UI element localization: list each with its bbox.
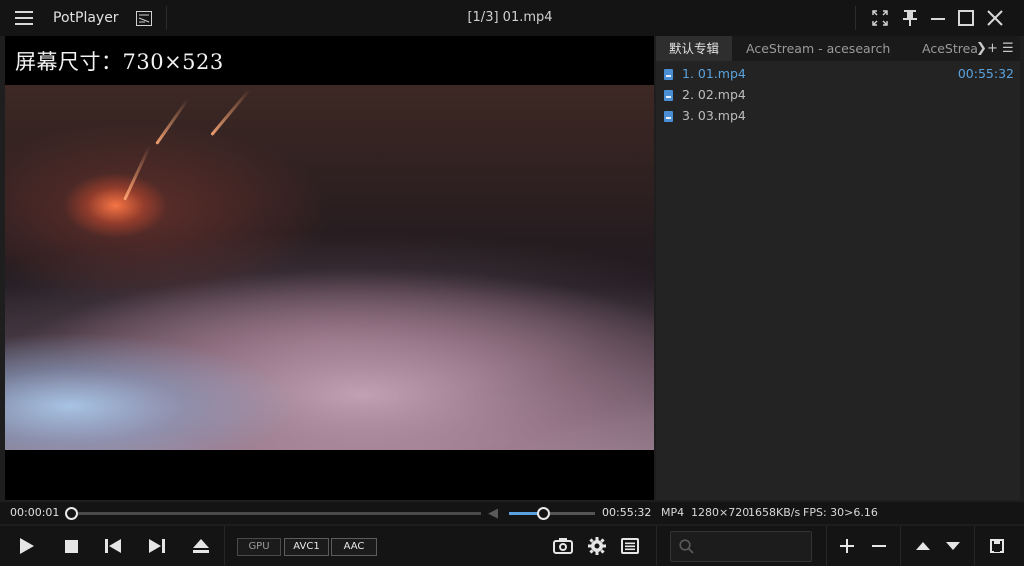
playlist-item-label: 1. 01.mp4	[682, 66, 746, 81]
playlist-item[interactable]: 1. 01.mp4 00:55:32	[656, 64, 1020, 84]
gpu-badge[interactable]: GPU	[237, 538, 281, 556]
divider	[826, 526, 827, 566]
format-label: MP4	[661, 506, 685, 519]
resolution-label: 1280×720	[691, 506, 750, 519]
divider	[974, 526, 975, 566]
seek-track[interactable]	[71, 512, 481, 515]
titlebar-divider	[855, 6, 856, 30]
bitrate-label: 1658KB/s	[748, 506, 801, 519]
meteor-streak	[155, 98, 190, 145]
video-codec-badge[interactable]: AVC1	[284, 538, 329, 556]
playlist-item-label: 2. 02.mp4	[682, 87, 746, 102]
meteor-streak	[210, 88, 252, 136]
app-name[interactable]: PotPlayer	[53, 0, 119, 36]
stop-icon[interactable]	[58, 526, 84, 566]
volume-icon[interactable]: ◀	[488, 506, 498, 521]
camera-icon[interactable]	[550, 526, 576, 566]
volume-handle[interactable]	[537, 507, 551, 520]
seek-bar: 00:00:01 ◀ 00:55:32	[0, 502, 656, 524]
video-area[interactable]: 屏幕尺寸：730×523	[5, 36, 654, 500]
fullscreen-icon[interactable]	[868, 0, 892, 36]
maximize-icon[interactable]	[954, 0, 978, 36]
total-time[interactable]: 00:55:32	[602, 502, 651, 524]
file-icon	[664, 90, 673, 101]
divider	[900, 526, 901, 566]
remove-icon[interactable]	[867, 526, 891, 566]
screen-size-overlay: 屏幕尺寸：730×523	[15, 50, 224, 74]
playlist-item[interactable]: 2. 02.mp4	[656, 85, 1020, 105]
media-info-bar: MP4 1280×720 1658KB/s FPS: 30>6.16	[656, 502, 1024, 524]
move-up-icon[interactable]	[911, 526, 935, 566]
playlist-item-label: 3. 03.mp4	[682, 108, 746, 123]
hamburger-menu-icon[interactable]	[10, 0, 38, 36]
current-time[interactable]: 00:00:01	[10, 502, 59, 524]
eject-icon[interactable]	[188, 526, 214, 566]
pin-icon[interactable]	[898, 0, 922, 36]
fps-label: FPS: 30>6.16	[803, 506, 878, 519]
play-icon[interactable]	[14, 526, 40, 566]
minimize-icon[interactable]	[926, 0, 950, 36]
potplayer-window: PotPlayer [1/3] 01.mp4 屏幕尺寸：730×523 默认专辑…	[0, 0, 1024, 566]
skin-icon[interactable]	[130, 0, 158, 36]
file-icon	[664, 69, 673, 80]
add-icon[interactable]	[835, 526, 859, 566]
move-down-icon[interactable]	[941, 526, 965, 566]
search-icon	[679, 539, 694, 554]
previous-icon[interactable]	[100, 526, 126, 566]
save-icon[interactable]	[985, 526, 1009, 566]
chevron-right-icon[interactable]: ❯	[976, 36, 987, 61]
close-icon[interactable]	[982, 0, 1008, 36]
playlist-panel: 默认专辑 AceStream - acesearch AceStream ❯ +…	[656, 36, 1020, 500]
divider	[224, 526, 225, 566]
playlist-toggle-icon[interactable]	[617, 526, 643, 566]
titlebar-divider	[166, 6, 167, 30]
file-icon	[664, 111, 673, 122]
playlist-item-duration: 00:55:32	[957, 66, 1014, 81]
tab-acestream-search[interactable]: AceStream - acesearch	[746, 36, 906, 61]
playlist-search-input[interactable]	[670, 531, 812, 562]
window-title: [1/3] 01.mp4	[467, 10, 553, 25]
tab-menu-icon[interactable]: ☰	[1002, 36, 1014, 61]
playlist-item[interactable]: 3. 03.mp4	[656, 106, 1020, 126]
gear-icon[interactable]	[584, 526, 610, 566]
add-tab-icon[interactable]: +	[987, 36, 998, 61]
tab-default-album[interactable]: 默认专辑	[656, 36, 732, 61]
control-bar: GPU AVC1 AAC	[0, 526, 1024, 566]
seek-handle[interactable]	[65, 507, 79, 520]
next-icon[interactable]	[144, 526, 170, 566]
playlist-tabs: 默认专辑 AceStream - acesearch AceStream ❯ +…	[656, 36, 1020, 61]
title-bar[interactable]: PotPlayer [1/3] 01.mp4	[0, 0, 1024, 36]
video-frame	[5, 85, 654, 450]
meteor-streak	[123, 144, 152, 201]
divider	[656, 526, 657, 566]
audio-codec-badge[interactable]: AAC	[331, 538, 377, 556]
tab-acestream[interactable]: AceStream	[922, 36, 977, 61]
